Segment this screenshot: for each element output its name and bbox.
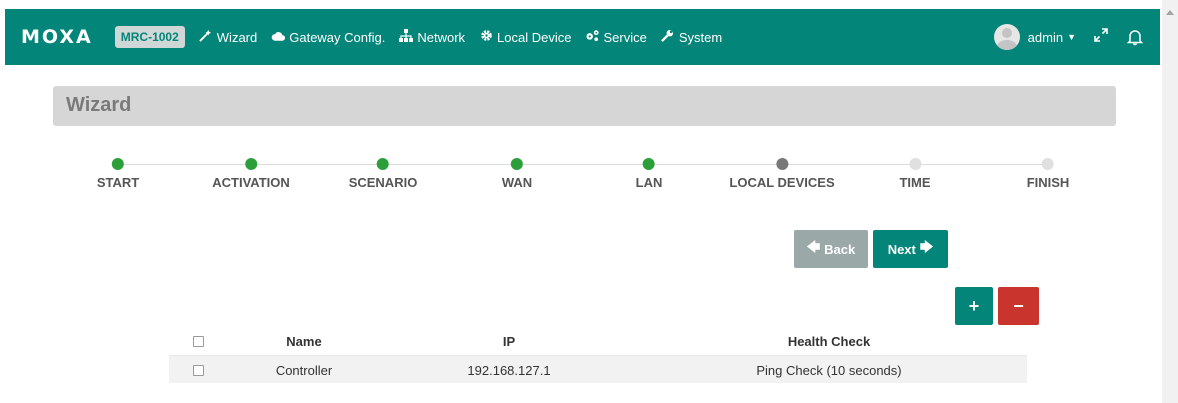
top-navbar: MOXA MRC-1002 Wizard Gateway Config. Net…	[5, 9, 1160, 65]
minus-icon: −	[1013, 295, 1024, 316]
cell-ip: 192.168.127.1	[467, 362, 551, 378]
page-header: Wizard	[53, 86, 1116, 126]
step-dot	[244, 158, 257, 170]
step-dot	[909, 158, 921, 170]
back-button-label: Back	[824, 241, 856, 257]
user-menu[interactable]: admin	[1028, 30, 1063, 45]
step-dot	[643, 158, 655, 170]
moxa-logo[interactable]: MOXA	[21, 26, 93, 48]
column-header-ip[interactable]: IP	[439, 327, 579, 355]
nav-service[interactable]: Service	[585, 29, 647, 45]
step-label: FINISH	[1026, 175, 1070, 190]
magic-wand-icon	[199, 29, 213, 45]
nav-wizard[interactable]: Wizard	[199, 29, 257, 45]
table-row[interactable]: Controller 192.168.127.1 Ping Check (10 …	[169, 355, 1027, 383]
column-header-name[interactable]: Name	[239, 327, 369, 355]
arrow-left-icon: 🡄	[806, 239, 821, 254]
step-label: SCENARIO	[348, 175, 418, 190]
nav-network-label: Network	[417, 29, 466, 45]
step-label: TIME	[899, 175, 931, 190]
nav-gateway-config-label: Gateway Config.	[289, 29, 386, 45]
nav-system-label: System	[678, 29, 723, 45]
step-start: START	[97, 158, 139, 190]
step-dot	[1042, 158, 1054, 170]
next-button-label: Next	[887, 241, 916, 257]
step-dot	[776, 158, 788, 170]
nav-network[interactable]: Network	[399, 29, 465, 45]
model-badge: MRC-1002	[114, 26, 185, 48]
nav-service-label: Service	[603, 29, 647, 45]
back-button[interactable]: 🡄 Back	[794, 230, 868, 268]
app-window: MOXA MRC-1002 Wizard Gateway Config. Net…	[0, 0, 1162, 403]
step-label: ACTIVATION	[212, 175, 290, 190]
step-activation: ACTIVATION	[212, 158, 290, 190]
step-dot	[511, 158, 523, 170]
step-label: START	[96, 175, 140, 190]
arrow-right-icon: 🡆	[919, 239, 934, 254]
nav-local-device-label: Local Device	[497, 29, 572, 45]
cloud-icon	[271, 30, 286, 45]
add-device-button[interactable]: +	[955, 287, 993, 325]
wizard-stepper: START ACTIVATION SCENARIO WAN LAN LOCAL …	[0, 152, 1162, 192]
sitemap-icon	[399, 29, 414, 45]
remove-device-button[interactable]: −	[998, 287, 1039, 325]
select-all-checkbox[interactable]	[192, 335, 204, 347]
row-select-cell	[189, 356, 207, 384]
chevron-down-icon[interactable]: ▼	[1067, 32, 1076, 42]
step-label: LAN	[635, 175, 663, 190]
gear-icon	[479, 29, 493, 45]
bell-icon[interactable]	[1126, 28, 1144, 46]
cell-health-check: Ping Check (10 seconds)	[756, 362, 902, 378]
nav-system[interactable]: System	[661, 29, 722, 45]
step-label: WAN	[501, 175, 533, 190]
navbar-right: admin ▼	[993, 24, 1160, 50]
scroll-up-arrow-icon[interactable]	[1166, 10, 1174, 15]
gears-icon	[585, 29, 600, 45]
vertical-scrollbar[interactable]	[1162, 0, 1178, 403]
step-dot	[112, 158, 124, 170]
row-checkbox[interactable]	[192, 364, 204, 376]
cell-name: Controller	[275, 362, 333, 378]
column-header-health-check[interactable]: Health Check	[699, 327, 959, 355]
select-all-cell	[189, 327, 207, 355]
next-button[interactable]: Next 🡆	[873, 230, 948, 268]
avatar[interactable]	[993, 24, 1020, 50]
plus-icon: +	[968, 295, 980, 316]
step-time: TIME	[899, 158, 931, 190]
step-lan: LAN	[635, 158, 663, 190]
step-scenario: SCENARIO	[348, 158, 418, 190]
nav-local-device[interactable]: Local Device	[479, 29, 571, 45]
step-wan: WAN	[502, 158, 532, 190]
page-title: Wizard	[66, 94, 132, 116]
nav-wizard-label: Wizard	[216, 29, 258, 45]
table-header: Name IP Health Check	[169, 327, 1027, 355]
step-local-devices: LOCAL DEVICES	[729, 158, 835, 190]
step-finish: FINISH	[1026, 158, 1070, 190]
nav-gateway-config[interactable]: Gateway Config.	[271, 30, 385, 45]
step-label: LOCAL DEVICES	[729, 175, 835, 190]
wrench-icon	[661, 29, 675, 45]
local-devices-table: Name IP Health Check Controller 192.168.…	[169, 327, 1027, 383]
step-dot	[377, 158, 389, 170]
expand-icon[interactable]	[1094, 28, 1108, 46]
